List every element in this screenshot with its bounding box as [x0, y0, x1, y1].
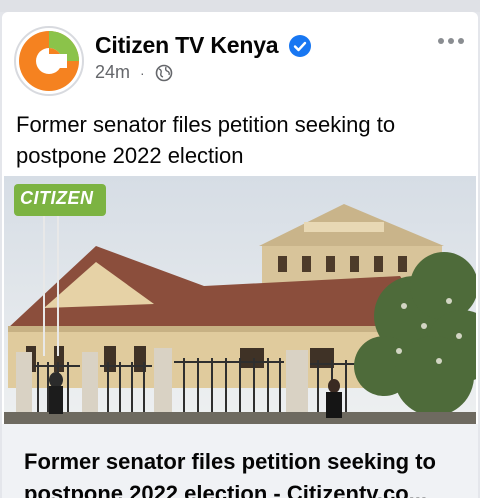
page-name[interactable]: Citizen TV Kenya — [95, 32, 279, 59]
post-text: Former senator files petition seeking to… — [16, 112, 396, 168]
post-meta: 24m · — [95, 62, 173, 83]
link-preview-box[interactable]: Former senator files petition seeking to… — [2, 424, 478, 498]
citizen-watermark: CITIZEN — [14, 184, 106, 216]
top-strip — [0, 0, 480, 12]
meta-separator: · — [140, 64, 145, 81]
timestamp[interactable]: 24m — [95, 62, 130, 83]
verified-badge-icon — [289, 35, 311, 57]
citizen-logo-icon — [19, 31, 79, 91]
globe-icon[interactable] — [155, 64, 173, 82]
more-dot-icon — [448, 38, 454, 44]
more-dot-icon — [458, 38, 464, 44]
link-title[interactable]: Former senator files petition seeking to… — [24, 446, 464, 498]
more-dot-icon — [438, 38, 444, 44]
more-options-button[interactable] — [438, 38, 464, 44]
post-card: Citizen TV Kenya 24m · Former senator fi… — [2, 12, 478, 498]
link-preview-image[interactable]: CITIZEN — [4, 176, 476, 424]
page-avatar[interactable] — [14, 26, 84, 96]
